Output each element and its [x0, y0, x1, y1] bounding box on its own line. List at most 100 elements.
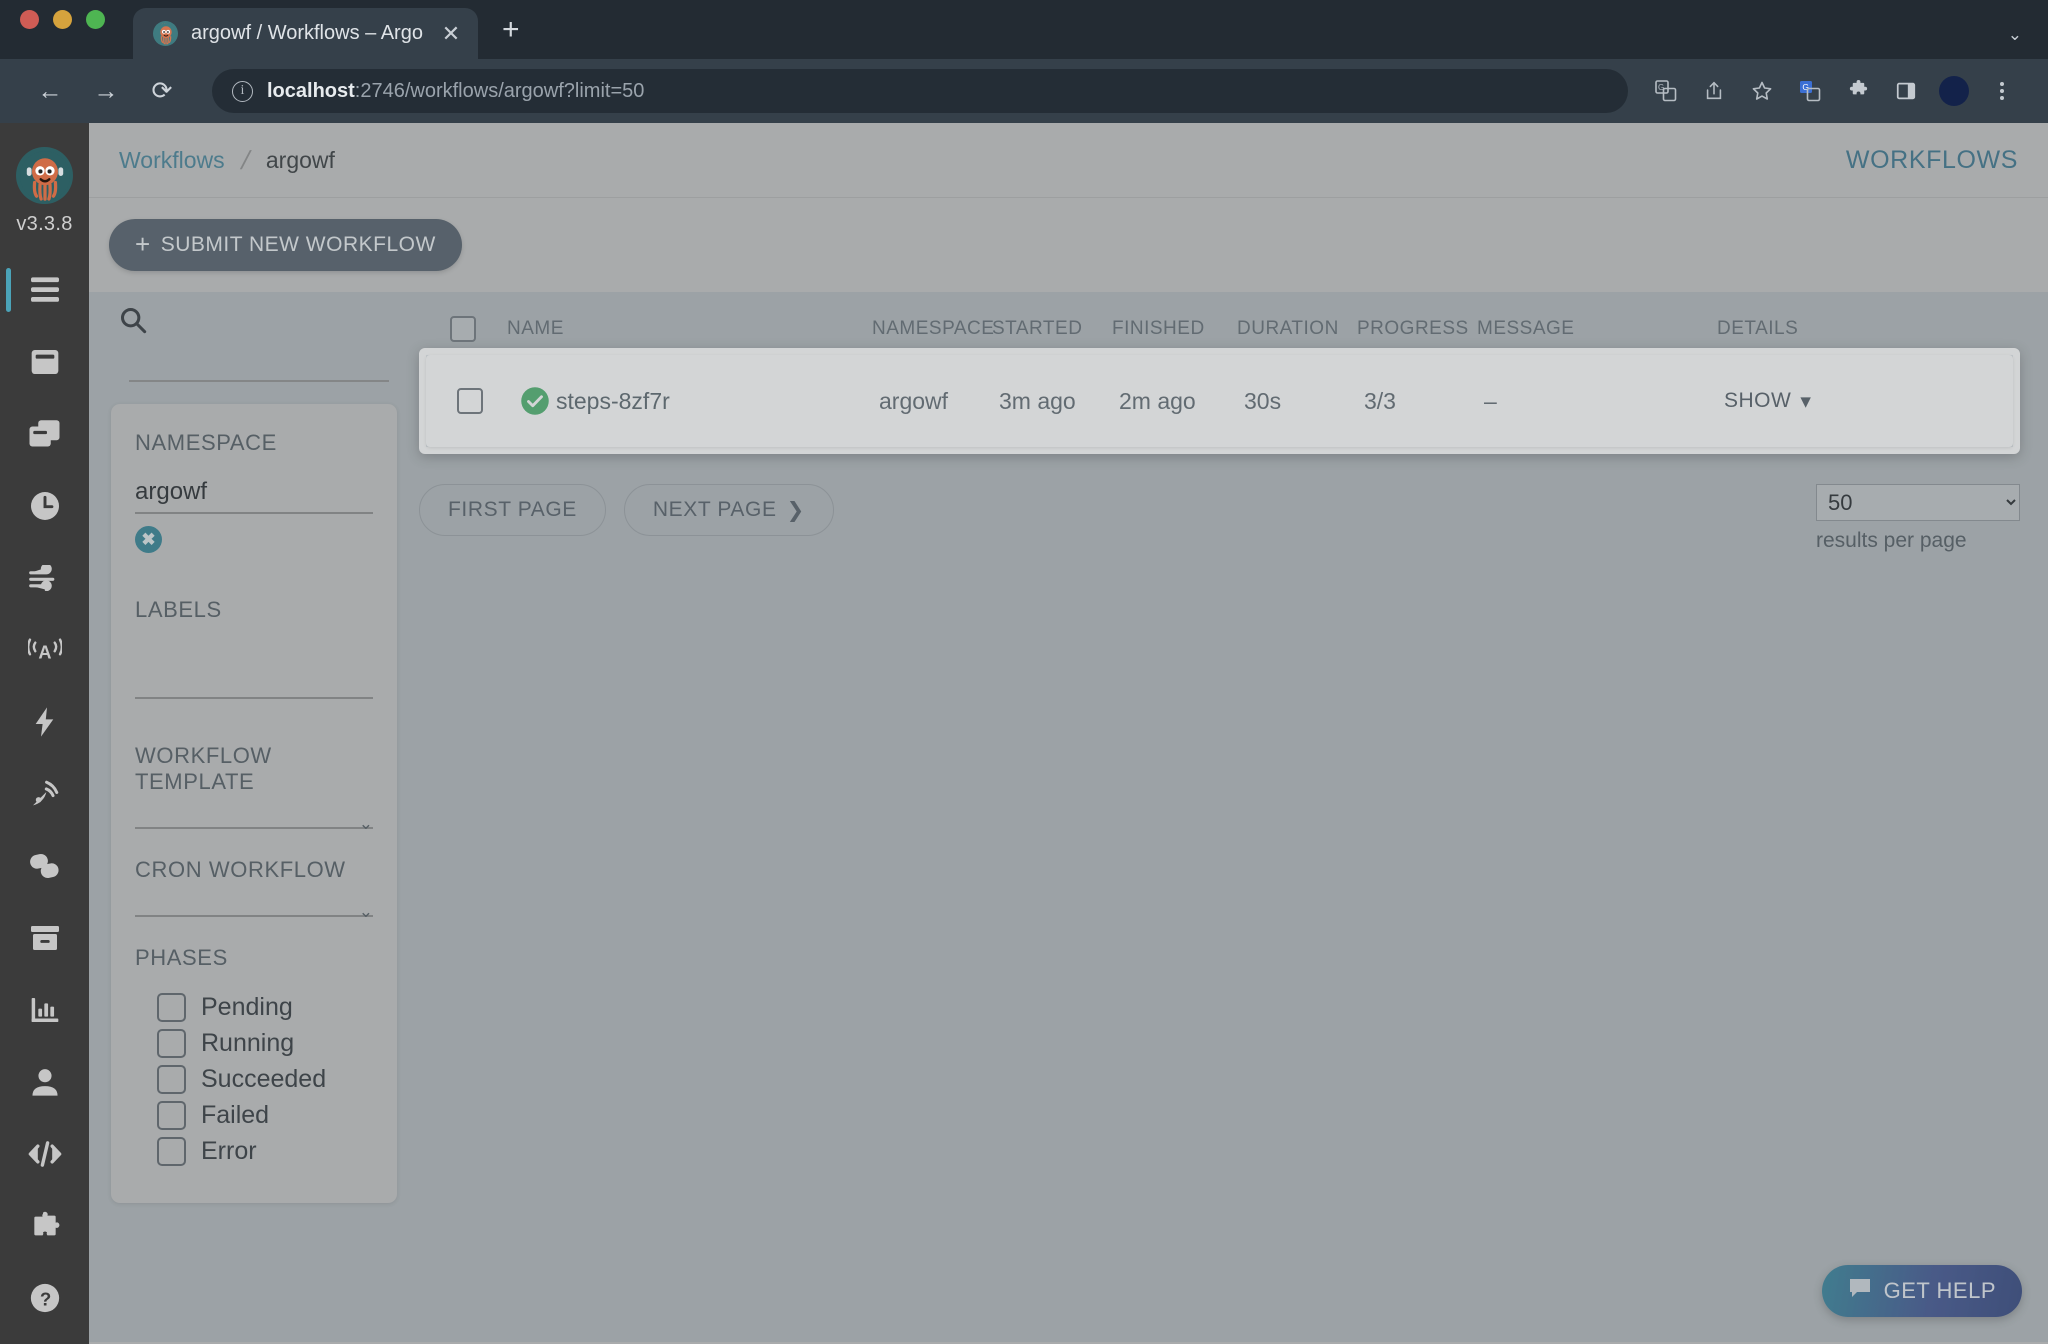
profile-avatar[interactable] [1930, 69, 1978, 113]
phase-checkbox-error[interactable]: Error [157, 1137, 373, 1166]
labels-input[interactable] [135, 645, 373, 697]
column-header-duration[interactable]: DURATION [1237, 318, 1357, 340]
chat-bubble-icon [1848, 1277, 1872, 1305]
site-info-icon[interactable]: i [232, 80, 253, 102]
sidebar-item-cluster-workflow-templates[interactable] [0, 398, 89, 470]
link-chain-icon [29, 853, 59, 879]
browser-toolbar: ← → ⟳ i localhost:2746/workflows/argowf?… [0, 59, 2048, 123]
sidebar-item-reports[interactable] [0, 974, 89, 1046]
bookmark-star-icon[interactable] [1738, 69, 1786, 113]
phase-checkbox-pending[interactable]: Pending [157, 993, 373, 1022]
check-circle-icon [514, 386, 556, 416]
phase-checkbox-running[interactable]: Running [157, 1029, 373, 1058]
show-details-button[interactable]: SHOW ▾ [1724, 389, 2013, 414]
sidebar-item-plugins[interactable] [0, 1190, 89, 1262]
sidebar-item-api-docs[interactable] [0, 1118, 89, 1190]
sidebar-item-sensors[interactable] [0, 686, 89, 758]
filters-column: NAMESPACE argowf ✖ LABELS WORKFLOW TEMPL… [89, 292, 419, 1342]
minimize-window-button[interactable] [53, 10, 72, 29]
checkbox-icon[interactable] [157, 1101, 186, 1130]
results-per-page-label: results per page [1816, 529, 1967, 552]
cell-started: 3m ago [999, 387, 1076, 414]
broadcast-tower-icon: A [27, 638, 62, 663]
checkbox-icon[interactable] [157, 993, 186, 1022]
share-icon[interactable] [1690, 69, 1738, 113]
sidebar-item-workflow-templates[interactable] [0, 326, 89, 398]
breadcrumb-workflows-link[interactable]: Workflows [119, 147, 225, 174]
column-header-name[interactable]: NAME [507, 318, 872, 340]
extensions-puzzle-icon[interactable] [1834, 69, 1882, 113]
satellite-dish-icon [32, 780, 58, 806]
phase-checkbox-failed[interactable]: Failed [157, 1101, 373, 1130]
filters-panel: NAMESPACE argowf ✖ LABELS WORKFLOW TEMPL… [111, 404, 397, 1203]
new-tab-button[interactable]: + [502, 13, 520, 59]
back-icon[interactable]: ← [22, 69, 78, 113]
svg-text:G: G [1658, 83, 1664, 92]
side-panel-icon[interactable] [1882, 69, 1930, 113]
translate-icon[interactable]: G [1642, 69, 1690, 113]
select-all-checkbox[interactable] [450, 316, 476, 342]
search-input-underline[interactable] [129, 380, 389, 382]
checkbox-icon[interactable] [157, 1029, 186, 1058]
breadcrumb: Workflows / argowf WORKFLOWS [89, 123, 2048, 197]
first-page-label: FIRST PAGE [448, 498, 577, 521]
sidebar-item-workflows[interactable] [0, 254, 89, 326]
sidebar-item-event-flow[interactable] [0, 542, 89, 614]
bolt-icon [35, 707, 53, 737]
google-translate-icon[interactable]: G [1786, 69, 1834, 113]
search-icon[interactable] [119, 306, 147, 339]
address-bar[interactable]: i localhost:2746/workflows/argowf?limit=… [212, 69, 1628, 113]
results-per-page-select[interactable]: 50 [1816, 484, 2020, 521]
browser-tab[interactable]: argowf / Workflows – Argo ✕ [133, 8, 478, 59]
cell-finished: 2m ago [1119, 387, 1196, 414]
cell-name[interactable]: steps-8zf7r [556, 388, 879, 415]
cell-progress: 3/3 [1364, 387, 1396, 414]
argo-logo[interactable] [16, 147, 73, 204]
close-tab-icon[interactable]: ✕ [438, 21, 464, 47]
more-menu-icon[interactable] [1978, 69, 2026, 113]
workflow-template-select[interactable]: ⌄ [135, 814, 373, 833]
workflows-table: NAME NAMESPACE STARTED FINISHED DURATION… [419, 292, 2048, 1342]
sidebar-item-event-streams[interactable] [0, 758, 89, 830]
sidebar-item-archived-workflows[interactable] [0, 902, 89, 974]
namespace-label: NAMESPACE [135, 430, 277, 455]
namespace-input[interactable]: argowf [135, 478, 373, 512]
table-row[interactable]: steps-8zf7r argowf 3m ago 2m ago 30s 3/3… [426, 355, 2013, 447]
first-page-button[interactable]: FIRST PAGE [419, 484, 606, 536]
get-help-button[interactable]: GET HELP [1821, 1265, 2022, 1317]
cron-workflow-select[interactable]: ⌄ [135, 902, 373, 921]
code-brackets-icon [28, 1141, 61, 1167]
column-header-started[interactable]: STARTED [992, 318, 1112, 340]
url-path: :2746/workflows/argowf?limit=50 [354, 79, 645, 102]
question-circle-icon: ? [30, 1283, 59, 1313]
column-header-finished[interactable]: FINISHED [1112, 318, 1237, 340]
wind-icon [28, 565, 54, 591]
maximize-window-button[interactable] [86, 10, 105, 29]
checkbox-icon[interactable] [157, 1065, 186, 1094]
sidebar-item-user[interactable] [0, 1046, 89, 1118]
tab-title: argowf / Workflows – Argo [191, 22, 423, 44]
sidebar-item-help[interactable]: ? [0, 1262, 89, 1334]
phase-checkbox-succeeded[interactable]: Succeeded [157, 1065, 373, 1094]
next-page-button[interactable]: NEXT PAGE ❯ [623, 484, 834, 536]
search-row[interactable] [111, 292, 419, 364]
app-version: v3.3.8 [16, 213, 73, 235]
sidebar-item-cron-workflows[interactable] [0, 470, 89, 542]
sidebar-item-pipelines[interactable] [0, 830, 89, 902]
column-header-progress[interactable]: PROGRESS [1357, 318, 1477, 340]
column-header-details[interactable]: DETAILS [1717, 318, 2020, 340]
submit-new-workflow-button[interactable]: + SUBMIT NEW WORKFLOW [109, 219, 462, 271]
reload-icon[interactable]: ⟳ [134, 69, 190, 113]
sidebar-item-event-sources[interactable]: A [0, 614, 89, 686]
column-header-message[interactable]: MESSAGE [1477, 318, 1717, 340]
forward-icon[interactable]: → [78, 69, 134, 113]
row-checkbox[interactable] [457, 388, 483, 414]
phase-label: Pending [201, 993, 293, 1021]
phase-label: Running [201, 1029, 295, 1057]
close-window-button[interactable] [20, 10, 39, 29]
clear-namespace-icon[interactable]: ✖ [135, 526, 162, 553]
column-header-namespace[interactable]: NAMESPACE [872, 318, 994, 340]
chevron-right-icon: ❯ [786, 498, 805, 522]
checkbox-icon[interactable] [157, 1137, 186, 1166]
chevron-down-icon[interactable]: ⌄ [2008, 25, 2048, 59]
